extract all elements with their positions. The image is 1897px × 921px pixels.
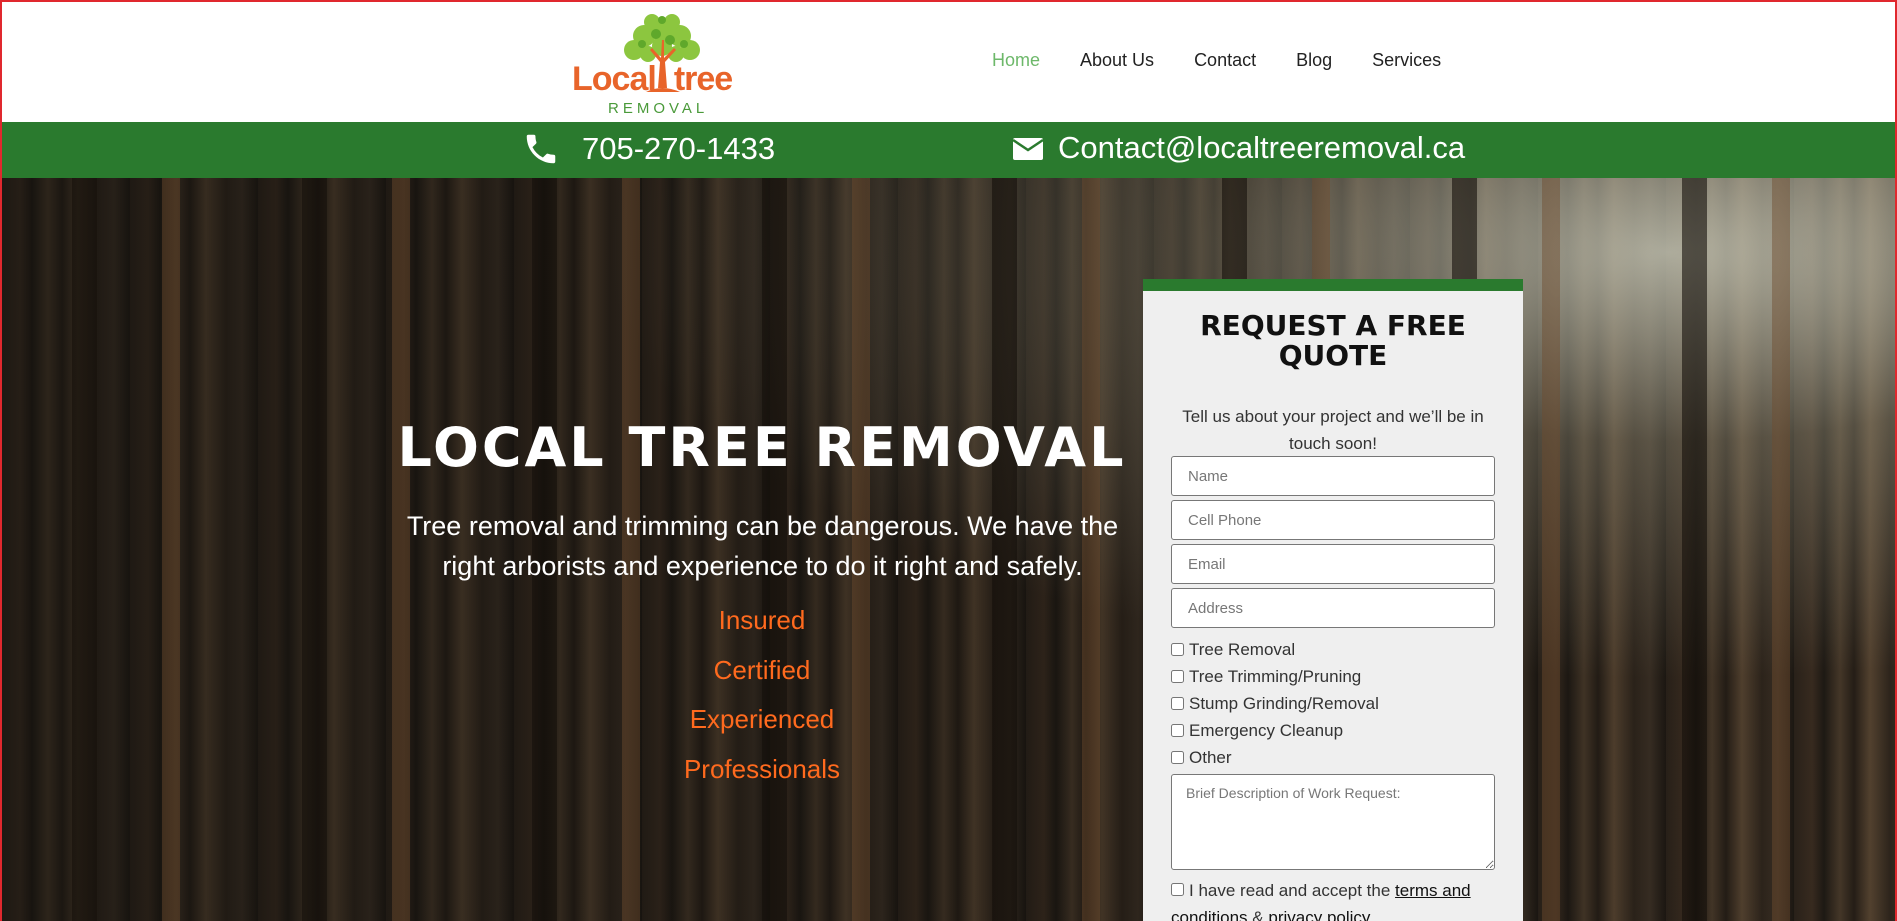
checkbox-emergency-cleanup[interactable] <box>1171 724 1184 737</box>
privacy-policy-link[interactable]: privacy policy <box>1268 908 1370 921</box>
phone-icon <box>526 134 556 164</box>
service-label: Tree Removal <box>1189 639 1296 659</box>
hero-section: LOCAL TREE REMOVAL Tree removal and trim… <box>2 178 1895 921</box>
contact-email[interactable]: Contact@localtreeremoval.ca <box>1012 130 1465 166</box>
quote-form-subtitle: Tell us about your project and we’ll be … <box>1182 407 1484 453</box>
logo-word-local: Local <box>572 60 657 98</box>
service-label: Tree Trimming/Pruning <box>1189 666 1362 686</box>
service-label: Stump Grinding/Removal <box>1189 693 1379 713</box>
phone-number: 705-270-1433 <box>582 131 776 166</box>
logo-subtitle: REMOVAL <box>608 100 709 117</box>
main-nav: Home About Us Contact Blog Services <box>992 50 1441 71</box>
contact-phone[interactable]: 705-270-1433 <box>522 130 775 168</box>
email-address: Contact@localtreeremoval.ca <box>1058 130 1466 165</box>
terms-consent: I have read and accept the terms and con… <box>1171 877 1501 921</box>
highlight-certified: Certified <box>713 654 811 685</box>
checkbox-tree-trimming[interactable] <box>1171 670 1184 683</box>
nav-contact[interactable]: Contact <box>1194 50 1256 71</box>
address-input[interactable] <box>1171 588 1495 628</box>
service-option-other[interactable]: Other <box>1171 744 1379 771</box>
terms-prefix: I have read and accept the <box>1189 881 1391 900</box>
terms-checkbox[interactable] <box>1171 883 1184 896</box>
logo-word-tree: tree <box>673 60 733 98</box>
site-header: Local tree REMOVAL Home About Us Contact … <box>2 2 1895 122</box>
nav-services[interactable]: Services <box>1372 50 1441 71</box>
hero-highlights: Insured Certified Experienced Profession… <box>562 596 962 794</box>
hero-description: Tree removal and trimming can be dangero… <box>406 511 1119 581</box>
contact-bar: 705-270-1433 Contact@localtreeremoval.ca <box>2 122 1895 178</box>
service-label: Other <box>1189 747 1232 767</box>
envelope-icon <box>1012 138 1044 160</box>
hero-title: LOCAL TREE REMOVAL <box>397 416 1127 479</box>
nav-blog[interactable]: Blog <box>1296 50 1332 71</box>
cell-phone-input[interactable] <box>1171 500 1495 540</box>
highlight-experienced: Experienced <box>689 704 835 734</box>
highlight-professionals: Professionals <box>683 753 841 784</box>
checkbox-stump-grinding[interactable] <box>1171 697 1184 710</box>
service-checkboxes: Tree Removal Tree Trimming/Pruning Stump… <box>1171 636 1379 771</box>
site-logo[interactable]: Local tree REMOVAL <box>572 10 752 120</box>
name-input[interactable] <box>1171 456 1495 496</box>
nav-about-us[interactable]: About Us <box>1080 50 1154 71</box>
terms-and: & <box>1252 908 1264 921</box>
service-option-emergency-cleanup[interactable]: Emergency Cleanup <box>1171 717 1379 744</box>
quote-form-title: REQUEST A FREE QUOTE <box>1200 309 1466 372</box>
service-option-tree-removal[interactable]: Tree Removal <box>1171 636 1379 663</box>
service-label: Emergency Cleanup <box>1189 720 1344 740</box>
checkbox-tree-removal[interactable] <box>1171 643 1184 656</box>
service-option-stump-grinding[interactable]: Stump Grinding/Removal <box>1171 690 1379 717</box>
quote-form: REQUEST A FREE QUOTE Tell us about your … <box>1143 279 1523 921</box>
service-option-tree-trimming[interactable]: Tree Trimming/Pruning <box>1171 663 1379 690</box>
checkbox-other[interactable] <box>1171 751 1184 764</box>
highlight-insured: Insured <box>718 605 806 635</box>
email-input[interactable] <box>1171 544 1495 584</box>
work-description-textarea[interactable] <box>1171 774 1495 870</box>
nav-home[interactable]: Home <box>992 50 1040 71</box>
logo-wordmark: Local tree <box>572 60 733 99</box>
